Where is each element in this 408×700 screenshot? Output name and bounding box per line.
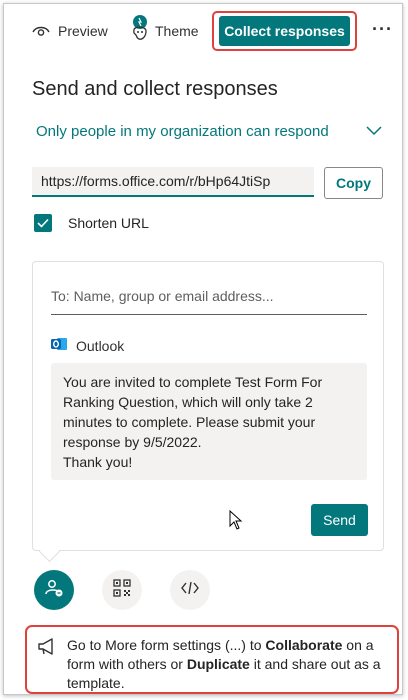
preview-button[interactable]: Preview: [32, 18, 108, 44]
code-icon: [181, 581, 199, 600]
more-options-button[interactable]: ···: [372, 19, 393, 40]
qr-code-icon: [113, 578, 131, 602]
embed-button[interactable]: [170, 570, 210, 610]
eye-icon: [32, 24, 50, 38]
shorten-url-checkbox[interactable]: [34, 214, 52, 232]
palette-icon: [128, 13, 152, 43]
outlook-label: Outlook: [76, 337, 125, 354]
message-line: Thank you!: [63, 454, 133, 470]
tip-duplicate: Duplicate: [186, 656, 250, 672]
theme-button[interactable]: Theme: [128, 15, 199, 41]
preview-label: Preview: [58, 23, 108, 39]
share-card: To: Name, group or email address... Outl…: [32, 261, 384, 551]
tip-text: Go to More form settings (...) to Collab…: [67, 636, 389, 693]
audience-dropdown[interactable]: Only people in my organization can respo…: [36, 118, 382, 144]
chevron-down-icon: [366, 123, 382, 140]
person-link-icon: [44, 578, 64, 603]
send-button[interactable]: Send: [311, 504, 368, 536]
theme-label: Theme: [155, 23, 199, 39]
panel-title: Send and collect responses: [32, 78, 278, 100]
tip-callout: Go to More form settings (...) to Collab…: [25, 625, 399, 694]
shorten-url-label: Shorten URL: [68, 215, 149, 231]
recipient-input[interactable]: To: Name, group or email address...: [51, 288, 367, 315]
form-link-field[interactable]: https://forms.office.com/r/bHp64JtiSp: [32, 167, 314, 197]
copy-button[interactable]: Copy: [324, 167, 383, 199]
checkmark-icon: [37, 218, 49, 228]
qr-code-button[interactable]: [102, 570, 142, 610]
message-body[interactable]: You are invited to complete Test Form Fo…: [51, 363, 367, 480]
megaphone-icon: [37, 638, 57, 661]
message-line: Ranking Question, which will only take 2: [63, 394, 313, 410]
outlook-icon: [51, 336, 68, 355]
collect-responses-button[interactable]: Collect responses: [219, 16, 350, 46]
message-line: You are invited to complete Test Form Fo…: [63, 374, 323, 390]
collect-responses-highlight: Collect responses: [212, 11, 357, 51]
collect-responses-panel: Preview Theme Collect responses ··· Send…: [3, 3, 403, 695]
top-toolbar: Preview Theme Collect responses ···: [4, 4, 404, 56]
mouse-cursor-icon: [229, 509, 243, 535]
message-line: minutes to complete. Please submit your: [63, 414, 316, 430]
tip-collaborate: Collaborate: [265, 637, 343, 653]
share-link-button[interactable]: [34, 570, 74, 610]
outlook-row: Outlook: [51, 336, 124, 355]
tip-text-part: Go to More form settings (...) to: [67, 637, 266, 653]
message-line: response by 9/5/2022.: [63, 434, 202, 450]
audience-label: Only people in my organization can respo…: [36, 122, 329, 140]
